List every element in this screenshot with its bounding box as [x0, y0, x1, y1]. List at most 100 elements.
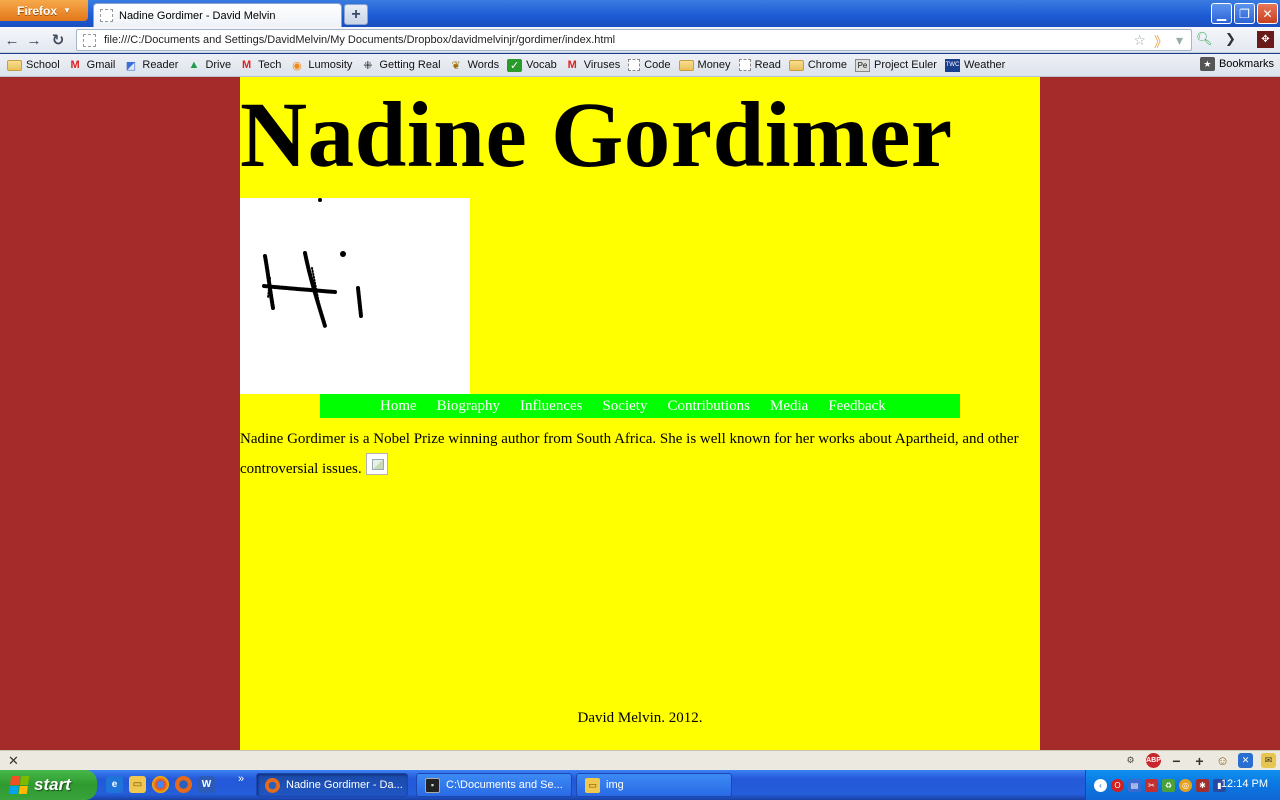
nav-link-home[interactable]: Home: [380, 398, 417, 415]
browser-tab-active[interactable]: Nadine Gordimer - David Melvin: [93, 3, 342, 27]
rss-icon[interactable]: 》: [1154, 32, 1168, 52]
bookmarks-star-icon: ★: [1199, 57, 1215, 71]
nav-link-media[interactable]: Media: [770, 398, 808, 415]
tab-title: Nadine Gordimer - David Melvin: [119, 9, 276, 22]
tray-collapse-icon[interactable]: ‹: [1094, 778, 1107, 792]
drive-icon: ▲: [188, 59, 200, 71]
bookmark-label: Chrome: [807, 59, 847, 71]
bookmark-words[interactable]: ❦ Words: [445, 55, 504, 75]
page-viewport: Nadine Gordimer Home Biography Influence…: [0, 77, 1280, 750]
gmail-icon: M: [70, 59, 80, 71]
chrome-tray-icon[interactable]: ◎: [1179, 778, 1192, 792]
bookmark-chrome[interactable]: Chrome: [785, 55, 851, 75]
zoom-out-icon[interactable]: −: [1169, 753, 1184, 769]
start-button[interactable]: start: [0, 770, 97, 800]
dropdown-caret-icon: ▼: [63, 6, 71, 15]
nav-link-society[interactable]: Society: [602, 398, 647, 415]
bookmark-lumosity[interactable]: ◉ Lumosity: [285, 55, 356, 75]
folder-icon: [7, 59, 22, 71]
bookmark-label: Code: [644, 59, 671, 71]
close-window-button[interactable]: ✕: [1257, 3, 1278, 24]
bookmark-code[interactable]: Code: [624, 55, 674, 75]
windows-taskbar: start e ▭ W » Nadine Gordimer - Da... ▪ …: [0, 770, 1280, 800]
zoom-in-icon[interactable]: +: [1192, 753, 1207, 769]
quick-launch-overflow-icon[interactable]: »: [238, 773, 244, 785]
greasemonkey-icon[interactable]: ☺: [1215, 753, 1230, 768]
firefox-menu-button[interactable]: Firefox ▼: [0, 0, 88, 21]
close-addon-bar-icon[interactable]: ✕: [8, 753, 19, 769]
search-icon[interactable]: 🔍︎: [1196, 31, 1213, 47]
bookmark-vocab[interactable]: ✓ Vocab: [503, 55, 561, 75]
opera-icon[interactable]: O: [1111, 778, 1124, 792]
toolbar-overflow-icon[interactable]: ❯: [1225, 31, 1236, 47]
bookmark-gmail[interactable]: M Gmail: [64, 55, 120, 75]
addon-status-bar: ✕ ⚙ ABP − + ☺ ✕ ✉: [0, 750, 1280, 770]
word-icon[interactable]: W: [198, 776, 215, 793]
bookmark-label: Viruses: [583, 59, 621, 71]
security-icon[interactable]: ✱: [1196, 778, 1209, 792]
url-text: file:///C:/Documents and Settings/DavidM…: [104, 34, 616, 46]
restore-window-button[interactable]: ❐: [1234, 3, 1255, 24]
bookmark-label: Getting Real: [379, 59, 441, 71]
start-label: start: [34, 775, 71, 794]
twc-icon: TWC: [944, 58, 960, 72]
bookmark-label: Project Euler: [873, 59, 937, 71]
nav-link-influences[interactable]: Influences: [520, 398, 582, 415]
folder-icon[interactable]: ▭: [129, 776, 146, 793]
back-icon[interactable]: ←: [2, 30, 22, 50]
bookmark-label: Reader: [142, 59, 179, 71]
bookmark-weather[interactable]: TWC Weather: [941, 55, 1009, 75]
bookmark-star-icon[interactable]: ☆: [1133, 32, 1146, 52]
bookmark-label: Vocab: [526, 59, 557, 71]
bookmark-school[interactable]: School: [3, 55, 64, 75]
bookmark-project-euler[interactable]: Pe Project Euler: [851, 55, 941, 75]
bookmark-tech[interactable]: M Tech: [235, 55, 285, 75]
words-icon: ❦: [451, 59, 461, 72]
other-bookmarks-label: Bookmarks: [1218, 58, 1274, 70]
adblock-plus-icon[interactable]: ABP: [1146, 753, 1161, 768]
forward-icon[interactable]: →: [24, 30, 44, 50]
taskbar-window-cmd[interactable]: ▪ C:\Documents and Se...: [416, 773, 572, 797]
reload-icon[interactable]: ↻: [48, 30, 68, 50]
folder-icon: ▭: [585, 777, 600, 793]
new-tab-button[interactable]: +: [344, 4, 368, 25]
bookmark-label: Weather: [963, 59, 1006, 71]
bookmark-reader[interactable]: ◩ Reader: [119, 55, 182, 75]
nav-link-feedback[interactable]: Feedback: [828, 398, 885, 415]
bookmark-read[interactable]: Read: [735, 55, 785, 75]
bookmark-label: Drive: [205, 59, 232, 71]
network-icon[interactable]: ▤: [1128, 778, 1141, 792]
gmail-icon: M: [567, 59, 577, 71]
folder-icon: [788, 59, 804, 71]
nav-link-biography[interactable]: Biography: [437, 398, 500, 415]
internet-explorer-icon[interactable]: e: [106, 776, 123, 793]
url-dropdown-icon[interactable]: ▾: [1176, 32, 1183, 52]
other-bookmarks-button[interactable]: ★ Bookmarks: [1199, 57, 1274, 71]
taskbar-window-label: C:\Documents and Se...: [446, 779, 563, 791]
firefox-icon[interactable]: [175, 776, 192, 793]
bookmarks-toolbar: School M Gmail ◩ Reader ▲ Drive M Tech ◉ Lumo…: [0, 54, 1280, 77]
navigation-toolbar: ← → ↻ file:///C:/Documents and Settings/…: [0, 27, 1280, 53]
address-bar[interactable]: file:///C:/Documents and Settings/DavidM…: [76, 29, 1192, 51]
bookmark-label: Gmail: [86, 59, 116, 71]
update-icon[interactable]: ♻: [1162, 778, 1175, 792]
antivirus-icon[interactable]: ✂: [1145, 778, 1158, 792]
addon-icon[interactable]: ✥: [1257, 31, 1274, 48]
chrome-icon[interactable]: [152, 776, 169, 793]
translate-icon[interactable]: ✕: [1238, 753, 1253, 768]
hi-scribble-drawing: [262, 198, 363, 328]
minimize-window-button[interactable]: ▁: [1211, 3, 1232, 24]
page-container: Nadine Gordimer Home Biography Influence…: [240, 77, 1040, 750]
firefox-menu-label: Firefox: [17, 3, 58, 18]
nav-link-contributions[interactable]: Contributions: [667, 398, 750, 415]
taskbar-window-img-folder[interactable]: ▭ img: [576, 773, 732, 797]
getting-real-icon: ⁜: [363, 59, 373, 72]
monitor-icon[interactable]: ⚙: [1123, 753, 1138, 768]
bookmark-money[interactable]: Money: [675, 55, 735, 75]
notes-icon[interactable]: ✉: [1261, 753, 1276, 768]
firefox-icon: [265, 777, 280, 793]
taskbar-window-firefox[interactable]: Nadine Gordimer - Da...: [256, 773, 408, 797]
bookmark-drive[interactable]: ▲ Drive: [182, 55, 235, 75]
bookmark-viruses[interactable]: M Viruses: [561, 55, 624, 75]
bookmark-getting-real[interactable]: ⁜ Getting Real: [356, 55, 444, 75]
